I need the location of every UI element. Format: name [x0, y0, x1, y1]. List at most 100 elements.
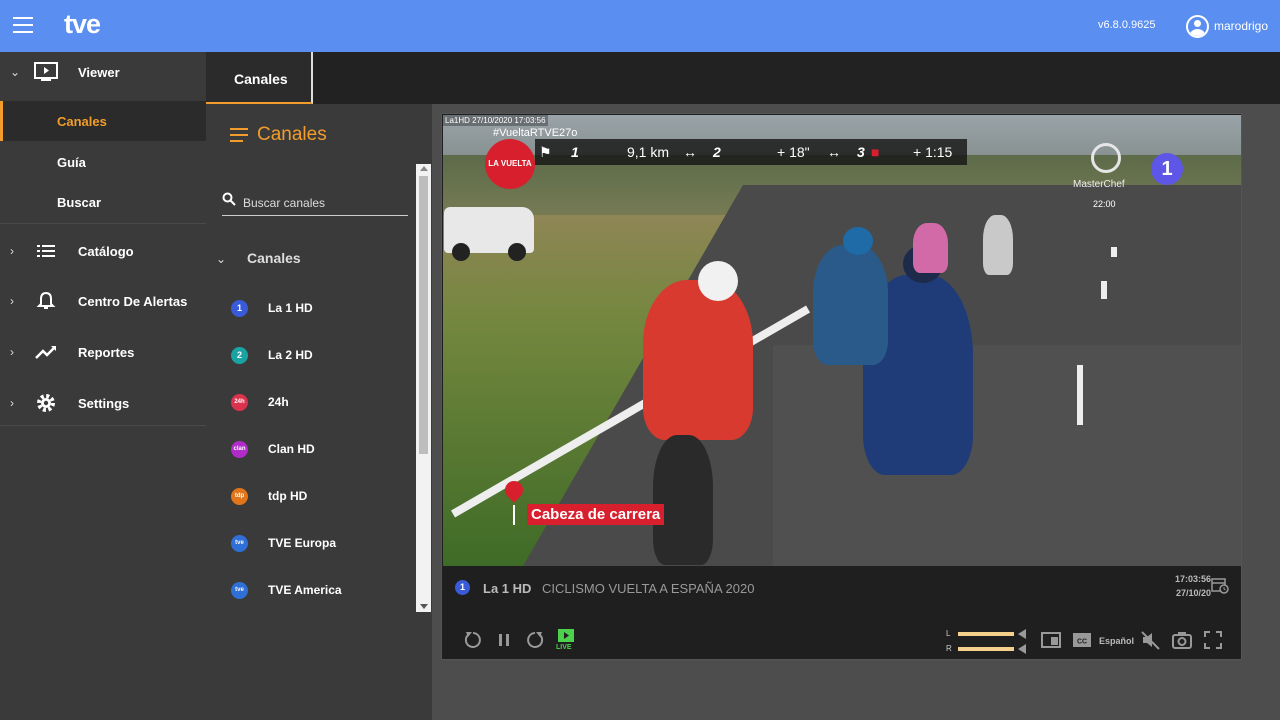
channel-item[interactable]: tve TVE America — [206, 571, 412, 607]
search-box — [222, 190, 408, 216]
race-position-3: 3 — [857, 144, 865, 160]
video-frame[interactable]: La1HD 27/10/2020 17:03:56 #VueltaRTVE27o… — [443, 115, 1241, 566]
trend-icon — [35, 346, 56, 359]
channels-panel-title: Canales — [257, 124, 327, 145]
sidebar-section-label: Reportes — [78, 345, 135, 360]
tab-strip: Canales — [206, 52, 1280, 104]
sidebar-section-settings[interactable]: › Settings — [0, 383, 206, 424]
tab-canales[interactable]: Canales — [206, 52, 313, 104]
camera-icon[interactable] — [1171, 629, 1193, 651]
channel-logo-icon: tdp — [231, 488, 248, 505]
channels-panel: Canales ⌄ Canales 1La 1 HD2La 2 HD24h24h… — [206, 104, 432, 720]
channel-logo-icon: 1 — [231, 300, 248, 317]
channel-logo-icon: tve — [231, 535, 248, 552]
promo-label: MasterChef — [1073, 179, 1125, 190]
sidebar-item-buscar[interactable]: Buscar — [0, 182, 206, 222]
chevron-right-icon: › — [10, 396, 14, 410]
volume-right-label: R — [946, 644, 952, 653]
hamburger-menu-icon[interactable] — [13, 17, 33, 33]
picture-in-picture-icon[interactable] — [1040, 629, 1062, 651]
search-input[interactable] — [243, 194, 403, 212]
sidebar-section-catalogo[interactable]: › Catálogo — [0, 231, 206, 272]
sidebar-section-label: Centro De Alertas — [78, 294, 188, 309]
race-gap-3: + 1:15 — [913, 144, 953, 160]
channel-label: 24h — [268, 395, 289, 409]
current-date: 27/10/20 — [1175, 588, 1211, 598]
scrollbar[interactable] — [416, 164, 431, 612]
chevron-right-icon: › — [10, 345, 14, 359]
channel-logo-icon: clan — [231, 441, 248, 458]
jersey-icon: ■ — [871, 144, 880, 160]
channel-label: tdp HD — [268, 489, 308, 503]
la-vuelta-logo: LA VUELTA — [485, 139, 535, 189]
channel-logo-icon: 2 — [231, 347, 248, 364]
rider-image — [643, 280, 753, 440]
sidebar-section-label: Catálogo — [78, 244, 134, 259]
top-bar: tve v6.8.0.9625 marodrigo — [0, 0, 1280, 52]
volume-left-slider[interactable] — [958, 632, 1014, 636]
menu-list-icon[interactable] — [230, 128, 248, 142]
masterchef-logo-icon — [1091, 143, 1121, 173]
audio-language[interactable]: Español — [1099, 636, 1134, 646]
volume-left-icon — [1018, 629, 1026, 639]
la1-channel-logo: 1 — [1151, 153, 1183, 185]
channel-label: Clan HD — [268, 442, 315, 456]
race-distance: 9,1 km — [627, 144, 670, 160]
chevron-right-icon: › — [10, 294, 14, 308]
promo-time: 22:00 — [1093, 199, 1116, 209]
sidebar-section-viewer[interactable]: ⌄ Viewer — [0, 52, 206, 93]
chevron-down-icon: ⌄ — [10, 65, 21, 79]
volume-right-slider[interactable] — [958, 647, 1014, 651]
channel-badge: 1 — [455, 580, 470, 595]
tab-label: Canales — [234, 71, 288, 87]
username[interactable]: marodrigo — [1214, 19, 1268, 33]
channel-group-label: Canales — [247, 250, 301, 266]
channel-item[interactable]: 24h 24h — [206, 383, 412, 419]
user-avatar-icon[interactable] — [1186, 15, 1209, 38]
sidebar-section-alertas[interactable]: › Centro De Alertas — [0, 281, 206, 322]
gap-icon: ↔ — [683, 144, 697, 160]
sidebar-item-label: Guía — [57, 155, 86, 170]
chevron-right-icon: › — [10, 244, 14, 258]
tve-logo: tve — [64, 9, 101, 39]
volume-left-label: L — [946, 629, 951, 638]
svg-text:CC: CC — [1077, 639, 1087, 646]
subtitles-icon[interactable]: CC — [1071, 629, 1093, 651]
sidebar-section-label: Viewer — [78, 65, 120, 80]
channel-item[interactable]: tve TVE Europa — [206, 524, 412, 560]
channel-item[interactable]: 2 La 2 HD — [206, 336, 412, 372]
channel-label: La 2 HD — [268, 348, 313, 362]
channel-group-header[interactable]: ⌄ Canales — [206, 244, 412, 274]
channel-item[interactable]: clan Clan HD — [206, 430, 412, 466]
volume-right-icon — [1018, 644, 1026, 654]
channel-item[interactable]: 1 La 1 HD — [206, 289, 412, 325]
mute-icon[interactable] — [1140, 629, 1162, 651]
calendar-clock-icon[interactable] — [1211, 576, 1229, 594]
sidebar-section-reportes[interactable]: › Reportes — [0, 332, 206, 373]
divider — [0, 425, 206, 426]
list-icon — [37, 245, 55, 257]
sidebar: ⌄ Viewer Canales Guía Buscar › Catálogo … — [0, 52, 206, 720]
video-timestamp: La1HD 27/10/2020 17:03:56 — [443, 115, 548, 126]
channel-item[interactable]: tdp tdp HD — [206, 477, 412, 513]
scroll-down-icon[interactable] — [420, 604, 428, 609]
pause-icon[interactable] — [493, 629, 515, 651]
video-player: La1HD 27/10/2020 17:03:56 #VueltaRTVE27o… — [441, 113, 1242, 660]
sidebar-item-label: Canales — [57, 114, 107, 129]
race-gap-2: + 18" — [777, 144, 810, 160]
program-info-bar: 1 La 1 HD CICLISMO VUELTA A ESPAÑA 2020 … — [443, 566, 1241, 610]
video-caption: Cabeza de carrera — [527, 504, 665, 525]
forward-icon[interactable] — [524, 629, 546, 651]
sidebar-item-label: Buscar — [57, 195, 102, 210]
search-icon — [222, 192, 236, 206]
tv-icon — [34, 62, 58, 81]
channel-label: TVE America — [268, 583, 342, 597]
scroll-thumb[interactable] — [419, 176, 428, 454]
sidebar-item-guia[interactable]: Guía — [0, 142, 206, 182]
sidebar-item-canales[interactable]: Canales — [0, 101, 206, 141]
rewind-icon[interactable] — [462, 629, 484, 651]
divider — [0, 223, 206, 224]
scroll-up-icon[interactable] — [420, 166, 428, 171]
fullscreen-icon[interactable] — [1202, 629, 1224, 651]
channel-logo-icon: 24h — [231, 394, 248, 411]
